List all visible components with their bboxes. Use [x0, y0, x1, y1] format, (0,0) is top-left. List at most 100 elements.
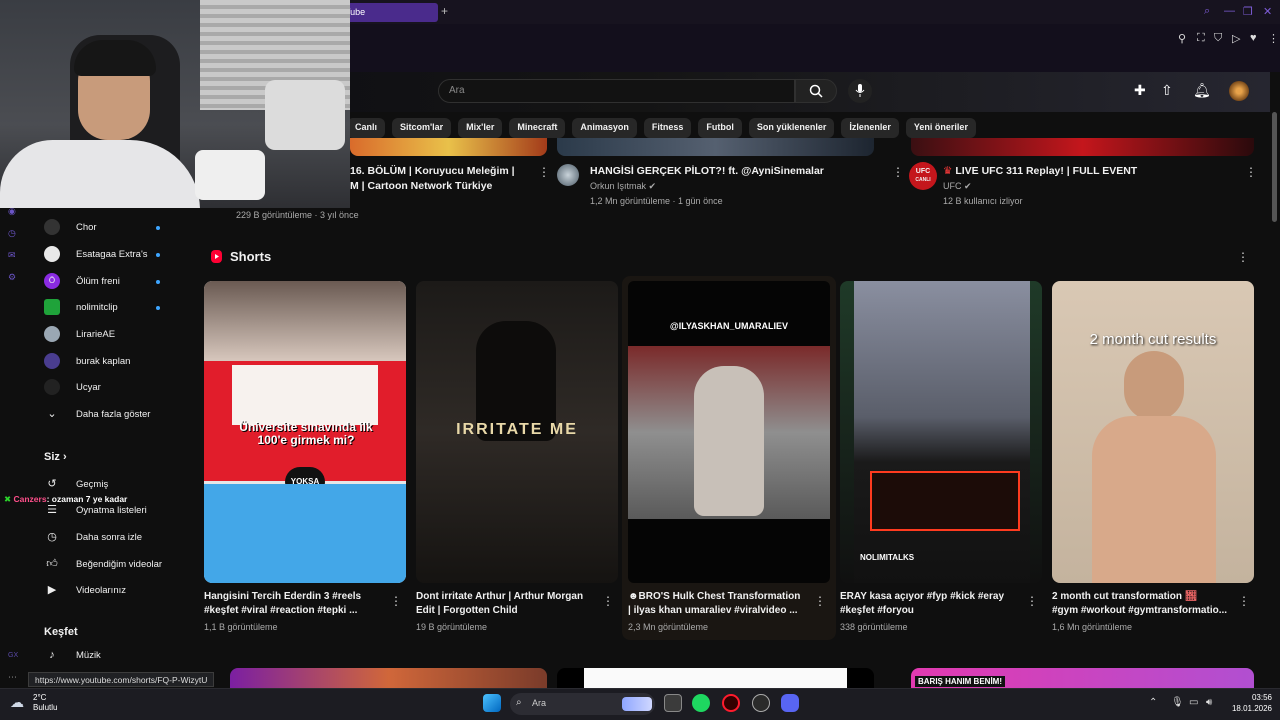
chip[interactable]: İzlenenler	[841, 118, 899, 138]
page-scrollbar[interactable]	[1272, 112, 1277, 222]
close-icon[interactable]: ✕	[1263, 5, 1272, 18]
channel-name[interactable]: Orkun Işıtmak ✔	[590, 181, 656, 192]
short-title[interactable]: 2 month cut transformation 📉︎ #gym #worko…	[1052, 590, 1232, 618]
video-thumbnail[interactable]	[911, 138, 1254, 156]
heart-icon[interactable]: ♥	[1250, 32, 1257, 44]
sidebar-item-music[interactable]: ♪ Müzik	[44, 645, 101, 665]
shield-icon[interactable]: ⛉	[1214, 32, 1222, 45]
discord-icon[interactable]	[781, 694, 799, 712]
tab-youtube[interactable]: Tube	[338, 3, 438, 22]
person-head	[1124, 351, 1184, 421]
new-tab-button[interactable]: +	[441, 4, 448, 18]
video-thumbnail[interactable]	[230, 668, 547, 690]
chip[interactable]: Son yüklenenler	[748, 118, 835, 138]
chip[interactable]: Sitcom'lar	[392, 118, 452, 138]
sidebar-subscription[interactable]: LirarieAE	[44, 324, 115, 344]
taskbar-clock[interactable]: 03:56 18.01.2026	[1226, 692, 1272, 714]
video-thumbnail[interactable]: BARIŞ HANIM BENİM!	[911, 668, 1254, 690]
upload-icon[interactable]: ⇧	[1161, 82, 1173, 99]
more-icon[interactable]: ⋮	[1268, 32, 1279, 45]
short-more-icon[interactable]: ⋮	[390, 594, 402, 608]
channel-name[interactable]: UFC ✔	[943, 181, 972, 192]
shorts-more-icon[interactable]: ⋮	[1237, 250, 1249, 264]
volume-icon[interactable]: 🔊︎	[1206, 697, 1212, 708]
sidebar-item-watch-later[interactable]: ◷ Daha sonra izle	[44, 527, 142, 547]
chip[interactable]: Futbol	[698, 118, 742, 138]
more-actions-icon[interactable]: ⋮	[892, 165, 904, 179]
more-actions-icon[interactable]: ⋮	[1245, 165, 1257, 179]
sidebar-item-liked[interactable]: 👍︎ Beğendiğim videolar	[44, 554, 162, 574]
rail-history-icon[interactable]: ◷	[8, 228, 16, 239]
restore-icon[interactable]: ❐	[1243, 5, 1253, 18]
pin-icon[interactable]: ⚲	[1178, 32, 1186, 45]
short-title[interactable]: Hangisini Tercih Ederdin 3 #reels #keşfet…	[204, 590, 384, 618]
short-title[interactable]: ERAY kasa açıyor #fyp #kick #eray #keşfet…	[840, 590, 1020, 618]
spotify-icon[interactable]	[692, 694, 710, 712]
video-thumbnail[interactable]	[557, 668, 874, 690]
short-title-line: #gym #workout #gymtransformatio...	[1052, 605, 1228, 616]
account-avatar[interactable]	[1229, 81, 1249, 101]
chip[interactable]: Canlı	[347, 118, 386, 138]
more-actions-icon[interactable]: ⋮	[538, 165, 550, 179]
short-title[interactable]: ☻BRO'S Hulk Chest Transformation | ilyas …	[628, 590, 808, 618]
rail-more-icon[interactable]: ⋯	[8, 672, 17, 683]
sidebar-subscription[interactable]: Esatagaa Extra's	[44, 244, 148, 264]
steam-icon[interactable]	[752, 694, 770, 712]
network-icon[interactable]: ▭	[1189, 697, 1198, 708]
chip[interactable]: Minecraft	[509, 118, 566, 138]
shorts-heading: Shorts	[211, 249, 271, 264]
show-more-button[interactable]: ⌄ Daha fazla göster	[44, 404, 150, 424]
search-button[interactable]	[795, 79, 837, 103]
short-more-icon[interactable]: ⋮	[814, 594, 826, 608]
video-title[interactable]: 16. BÖLÜM | Koruyucu Meleğim |	[350, 164, 515, 179]
short-more-icon[interactable]: ⋮	[1026, 594, 1038, 608]
rail-gx-icon[interactable]: GX	[8, 652, 18, 659]
sidebar-subscription[interactable]: Chor	[44, 217, 97, 237]
video-thumbnail[interactable]	[557, 138, 874, 156]
video-title[interactable]: M | Cartoon Network Türkiye	[350, 179, 492, 194]
sidebar-item-history[interactable]: ↺ Geçmiş	[44, 474, 108, 494]
short-thumbnail[interactable]: NOLIMITALKS	[840, 281, 1042, 583]
rail-chat-icon[interactable]: ✉	[8, 250, 16, 261]
search-input[interactable]: Ara	[438, 79, 795, 103]
short-thumbnail[interactable]: Üniversite sınavında ilk 100'e girmek mi…	[204, 281, 406, 583]
channel-avatar	[44, 353, 60, 369]
chip[interactable]: Animasyon	[572, 118, 637, 138]
notifications-icon[interactable]: 🔔︎	[1193, 82, 1211, 99]
sidebar-subscription[interactable]: burak kaplan	[44, 351, 130, 371]
start-windows-icon[interactable]	[483, 694, 501, 712]
short-more-icon[interactable]: ⋮	[602, 594, 614, 608]
chip[interactable]: Mix'ler	[458, 118, 503, 138]
screenshot-icon[interactable]: ⛶	[1197, 32, 1205, 45]
file-explorer-icon[interactable]	[664, 694, 682, 712]
clock-icon: ◷	[47, 531, 57, 543]
play-icon[interactable]: ▷	[1232, 32, 1240, 45]
browser-search-icon[interactable]: ⌕	[1204, 5, 1210, 18]
sidebar-subscription[interactable]: nolimitclip	[44, 297, 118, 317]
you-heading[interactable]: Siz ›	[44, 451, 67, 463]
minimize-icon[interactable]: —	[1224, 5, 1235, 17]
video-meta: 1,2 Mn görüntüleme · 1 gün önce	[590, 196, 723, 206]
create-icon[interactable]: ✚	[1134, 82, 1146, 99]
short-more-icon[interactable]: ⋮	[1238, 594, 1250, 608]
sidebar-subscription[interactable]: Ö Ölüm freni	[44, 271, 120, 291]
short-thumbnail-hovered[interactable]: @ILYASKHAN_UMARALIEV	[622, 276, 836, 640]
microphone-tray-icon[interactable]: 🎙︎	[1171, 697, 1184, 708]
tray-chevron-icon[interactable]: ⌃	[1149, 697, 1157, 708]
chip[interactable]: Fitness	[643, 118, 692, 138]
sidebar-item-your-videos[interactable]: ▶ Videolarınız	[44, 580, 126, 600]
short-thumbnail[interactable]: 2 month cut results	[1052, 281, 1254, 583]
channel-avatar[interactable]	[557, 164, 579, 186]
voice-search-button[interactable]	[848, 79, 872, 103]
opera-gx-icon[interactable]	[722, 694, 740, 712]
short-title[interactable]: Dont irritate Arthur | Arthur Morgan Edit…	[416, 590, 596, 618]
video-title[interactable]: ♛ LIVE UFC 311 Replay! | FULL EVENT	[943, 164, 1137, 179]
video-title[interactable]: HANGİSİ GERÇEK PİLOT?! ft. @AyniSinemala…	[590, 164, 824, 179]
weather-widget[interactable]: 2°C Bulutlu	[33, 693, 57, 713]
short-thumbnail[interactable]: IRRITATE ME	[416, 281, 618, 583]
rail-settings-icon[interactable]: ⚙	[8, 272, 16, 283]
channel-avatar[interactable]: UFC CANLI	[909, 162, 937, 190]
chip[interactable]: Yeni öneriler	[905, 118, 976, 138]
sidebar-subscription[interactable]: Ucyar	[44, 377, 101, 397]
video-thumbnail[interactable]	[350, 138, 547, 156]
